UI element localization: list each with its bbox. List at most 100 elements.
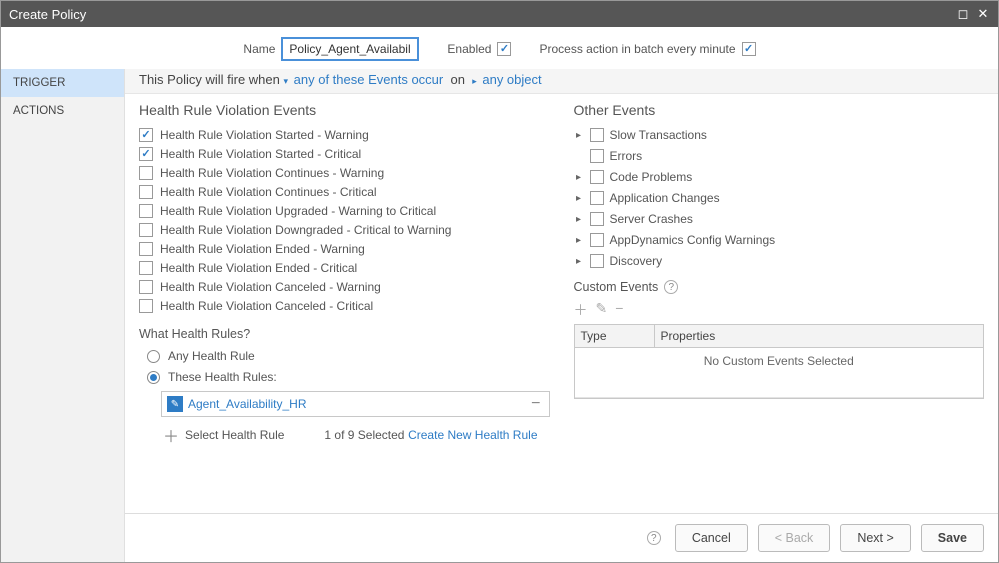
object-dropdown[interactable]: ▸ any object (472, 72, 541, 87)
hrve-label: Health Rule Violation Started - Warning (160, 128, 369, 142)
hrve-checkbox[interactable] (139, 147, 153, 161)
hrve-checkbox[interactable] (139, 261, 153, 275)
create-health-rule-link[interactable]: Create New Health Rule (408, 428, 537, 442)
dialog-title: Create Policy (9, 7, 86, 22)
other-event-label: Slow Transactions (610, 128, 707, 142)
side-nav: TRIGGER ACTIONS (1, 69, 125, 562)
hrve-label: Health Rule Violation Continues - Warnin… (160, 166, 384, 180)
other-event-label: Discovery (610, 254, 663, 268)
hrve-checkbox[interactable] (139, 299, 153, 313)
other-event-label: AppDynamics Config Warnings (610, 233, 776, 247)
batch-label: Process action in batch every minute (539, 42, 735, 56)
custom-edit-icon[interactable]: ✎ (596, 300, 608, 320)
top-form: Name Enabled Process action in batch eve… (1, 27, 998, 69)
footer-help-icon[interactable]: ? (647, 531, 661, 545)
hrve-checkbox[interactable] (139, 280, 153, 294)
hrve-item: Health Rule Violation Canceled - Critica… (139, 299, 550, 313)
th-type: Type (575, 325, 655, 347)
expand-icon[interactable]: ▸ (574, 235, 584, 246)
expand-icon[interactable]: ▸ (574, 193, 584, 204)
other-event-checkbox[interactable] (590, 212, 604, 226)
expand-icon[interactable]: ▸ (574, 256, 584, 267)
caret-right-icon: ▸ (472, 76, 477, 87)
other-event-item: ▸ Discovery (574, 254, 985, 268)
hrve-label: Health Rule Violation Started - Critical (160, 147, 361, 161)
other-event-checkbox[interactable] (590, 170, 604, 184)
custom-events-label: Custom Events (574, 280, 659, 294)
edit-icon[interactable]: ✎ (167, 396, 183, 412)
health-rule-name[interactable]: Agent_Availability_HR (188, 397, 523, 411)
main: This Policy will fire when ▾ any of thes… (125, 69, 998, 562)
expand-icon[interactable]: ▸ (574, 130, 584, 141)
expand-icon[interactable]: ▸ (574, 214, 584, 225)
next-button[interactable]: Next > (840, 524, 910, 552)
fire-prefix: This Policy will fire when (139, 72, 280, 87)
help-icon[interactable]: ? (664, 280, 678, 294)
remove-icon[interactable]: − (523, 395, 548, 413)
radio-these-health-rules[interactable] (147, 371, 160, 384)
cancel-button[interactable]: Cancel (675, 524, 748, 552)
health-rule-row: ✎ Agent_Availability_HR − (161, 391, 550, 417)
hrve-label: Health Rule Violation Ended - Critical (160, 261, 357, 275)
name-input[interactable] (281, 37, 419, 61)
nav-trigger[interactable]: TRIGGER (1, 69, 124, 97)
body: TRIGGER ACTIONS This Policy will fire wh… (1, 69, 998, 562)
hrve-label: Health Rule Violation Continues - Critic… (160, 185, 377, 199)
batch-checkbox[interactable] (742, 42, 756, 56)
hrve-checkbox[interactable] (139, 223, 153, 237)
custom-add-icon[interactable]: ＋ (574, 300, 588, 320)
enabled-checkbox[interactable] (497, 42, 511, 56)
hrve-item: Health Rule Violation Upgraded - Warning… (139, 204, 550, 218)
other-event-checkbox[interactable] (590, 191, 604, 205)
fire-on: on (451, 72, 465, 87)
other-event-checkbox[interactable] (590, 128, 604, 142)
add-icon[interactable]: ＋ (163, 423, 179, 447)
hrve-item: Health Rule Violation Ended - Warning (139, 242, 550, 256)
expand-icon[interactable]: ▸ (574, 172, 584, 183)
other-event-label: Application Changes (610, 191, 720, 205)
custom-events-table: Type Properties No Custom Events Selecte… (574, 324, 985, 399)
hrve-checkbox[interactable] (139, 166, 153, 180)
hrve-checkbox[interactable] (139, 242, 153, 256)
other-event-item: ▸Code Problems (574, 170, 985, 184)
what-health-rules: What Health Rules? (139, 327, 550, 341)
other-event-checkbox[interactable] (590, 233, 604, 247)
save-button[interactable]: Save (921, 524, 984, 552)
label-any-health-rule: Any Health Rule (168, 349, 255, 363)
other-event-checkbox[interactable] (590, 254, 604, 268)
hrve-item: Health Rule Violation Started - Critical (139, 147, 550, 161)
hrve-label: Health Rule Violation Ended - Warning (160, 242, 365, 256)
select-health-rule-label: Select Health Rule (185, 428, 284, 442)
label-these-health-rules: These Health Rules: (168, 370, 277, 384)
hrve-checkbox[interactable] (139, 204, 153, 218)
hrve-column: Health Rule Violation Events Health Rule… (139, 102, 550, 509)
nav-actions[interactable]: ACTIONS (1, 97, 124, 125)
back-button[interactable]: < Back (758, 524, 831, 552)
other-events-title: Other Events (574, 102, 985, 118)
maximize-icon[interactable]: ◻ (956, 6, 970, 22)
other-event-item: ▸ Application Changes (574, 191, 985, 205)
custom-remove-icon[interactable]: − (615, 300, 623, 320)
th-properties: Properties (655, 325, 984, 347)
other-event-checkbox[interactable] (590, 149, 604, 163)
create-policy-dialog: Create Policy ◻ ✕ Name Enabled Process a… (0, 0, 999, 563)
other-events-column: Other Events ▸ Slow Transactions Errors ▸Co… (574, 102, 985, 509)
events-dropdown[interactable]: ▾ any of these Events occur (284, 72, 447, 87)
selected-count: 1 of 9 Selected (324, 428, 404, 442)
hrve-title: Health Rule Violation Events (139, 102, 550, 118)
name-label: Name (243, 42, 275, 56)
hrve-item: Health Rule Violation Canceled - Warning (139, 280, 550, 294)
radio-any-health-rule[interactable] (147, 350, 160, 363)
hrve-label: Health Rule Violation Upgraded - Warning… (160, 204, 436, 218)
hrve-label: Health Rule Violation Canceled - Warning (160, 280, 381, 294)
hrve-checkbox[interactable] (139, 185, 153, 199)
footer: ? Cancel < Back Next > Save (125, 513, 998, 562)
caret-down-icon: ▾ (284, 76, 289, 87)
hrve-label: Health Rule Violation Canceled - Critica… (160, 299, 373, 313)
hrve-label: Health Rule Violation Downgraded - Criti… (160, 223, 451, 237)
title-bar: Create Policy ◻ ✕ (1, 1, 998, 27)
hrve-item: Health Rule Violation Ended - Critical (139, 261, 550, 275)
hrve-checkbox[interactable] (139, 128, 153, 142)
other-event-label: Errors (610, 149, 643, 163)
close-icon[interactable]: ✕ (976, 6, 990, 22)
